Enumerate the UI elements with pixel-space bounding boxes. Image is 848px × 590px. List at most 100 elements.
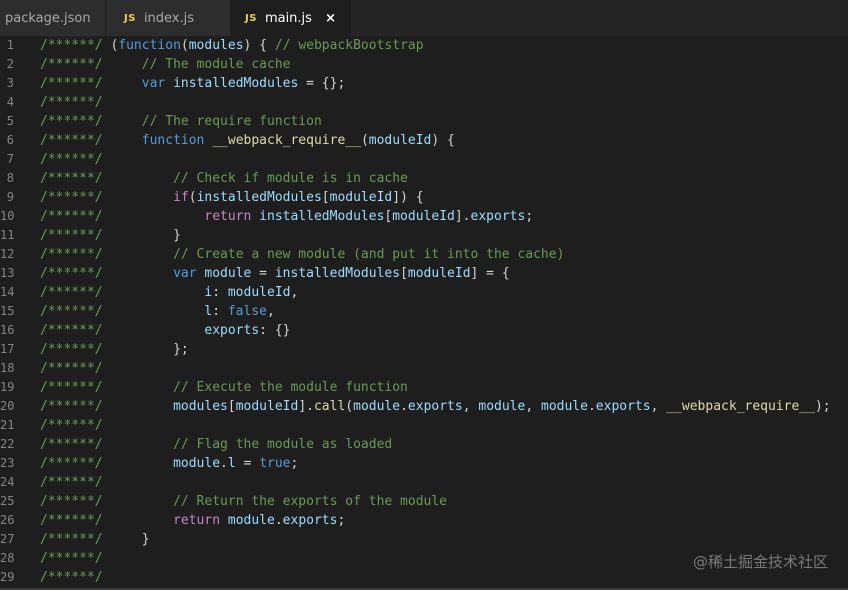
tab-main-js[interactable]: JS main.js × [231, 0, 351, 36]
code-token: // Flag the module as loaded [173, 437, 393, 452]
code-text: /******/ var installedModules = {}; [40, 74, 345, 93]
code-token: module [353, 399, 401, 414]
code-token: , [650, 399, 667, 414]
code-text: /******/ function __webpack_require__(mo… [40, 131, 455, 150]
code-token: ) { [243, 38, 275, 53]
code-token: . [274, 513, 283, 528]
code-token: /******/ [40, 190, 111, 205]
line-number: 29 [0, 570, 15, 584]
code-token: ] = { [470, 266, 510, 281]
code-text: /******/ // Create a new module (and put… [40, 245, 564, 264]
code-token: ; [337, 513, 346, 528]
code-token: installedModules [173, 76, 299, 91]
code-token: : [212, 304, 228, 319]
code-text: /******/ [40, 359, 103, 378]
code-token: moduleId [227, 285, 291, 300]
code-token: /******/ [40, 247, 111, 262]
line-number: 13 [0, 266, 15, 280]
code-text: /******/ [40, 549, 103, 568]
code-token: moduleId [407, 266, 471, 281]
code-token: /******/ [40, 228, 111, 243]
line-number: 3 [6, 76, 14, 90]
code-token: true [259, 456, 291, 471]
code-token: /******/ [40, 95, 103, 110]
code-token: exports [595, 399, 651, 414]
line-number: 20 [0, 399, 15, 413]
code-token: /******/ [40, 304, 111, 319]
line-number: 24 [0, 475, 15, 489]
code-token: if [173, 190, 189, 205]
code-token: moduleId [392, 209, 455, 224]
code-token: = {}; [298, 76, 346, 91]
code-text: /******/ (function(modules) { // webpack… [40, 36, 424, 55]
code-token: , [462, 399, 479, 414]
close-icon[interactable]: × [325, 11, 336, 26]
code-token: module [173, 456, 221, 471]
line-number: 23 [0, 456, 15, 470]
code-token: /******/ [40, 456, 111, 471]
code-text: /******/ l: false, [40, 302, 275, 321]
code-token: moduleId [235, 399, 299, 414]
code-token: /******/ [40, 342, 111, 357]
code-token: modules [188, 38, 244, 53]
code-token: /******/ [40, 133, 111, 148]
code-token: // Create a new module (and put it into … [173, 247, 565, 262]
line-number: 18 [0, 361, 15, 375]
tab-label: index.js [143, 10, 195, 26]
code-token: /******/ [40, 437, 111, 452]
tab-index-js[interactable]: JS index.js [106, 0, 231, 36]
code-token: ]. [454, 209, 471, 224]
line-number: 26 [0, 513, 15, 527]
code-text: /******/ var module = installedModules[m… [40, 264, 510, 283]
code-token: /******/ [40, 570, 103, 585]
code-token: modules [173, 399, 228, 414]
code-token: call [313, 399, 346, 414]
code-token: /******/ [40, 399, 111, 414]
tab-package-json[interactable]: package.json [0, 0, 106, 36]
code-token: ]) { [392, 190, 424, 205]
line-number: 12 [0, 247, 15, 261]
code-token: // Execute the module function [173, 380, 408, 395]
code-token: ( [188, 190, 197, 205]
line-number: 16 [0, 323, 15, 337]
code-token: /******/ [40, 114, 111, 129]
code-token: : {} [259, 323, 291, 338]
code-token: , [267, 304, 275, 319]
code-token: /******/ [40, 57, 111, 72]
code-text: /******/ [40, 416, 103, 435]
code-text: /******/ // Execute the module function [40, 378, 408, 397]
code-token: exports [470, 209, 526, 224]
code-text: /******/ exports: {} [40, 321, 290, 340]
code-token: // Check if module is in cache [173, 171, 408, 186]
code-text: /******/ [40, 568, 103, 587]
code-token: module [227, 513, 275, 528]
code-token: // Return the exports of the module [173, 494, 448, 509]
code-token: ( [180, 38, 189, 53]
line-number: 17 [0, 342, 15, 356]
code-text: /******/ // Check if module is in cache [40, 169, 408, 188]
code-text: /******/ // The require function [40, 112, 322, 131]
code-text: /******/ return installedModules[moduleI… [40, 207, 533, 226]
code-token: moduleId [329, 190, 393, 205]
line-number: 10 [0, 209, 15, 223]
code-text: /******/ [40, 150, 103, 169]
code-editor[interactable]: 1/******/ (function(modules) { // webpac… [0, 36, 848, 588]
line-number: 21 [0, 418, 15, 432]
code-token: function [141, 133, 205, 148]
code-token: /******/ [40, 361, 103, 376]
code-token: /******/ [40, 380, 111, 395]
code-token: /******/ [40, 475, 103, 490]
line-number: 6 [6, 133, 14, 147]
code-token: /******/ [40, 494, 111, 509]
